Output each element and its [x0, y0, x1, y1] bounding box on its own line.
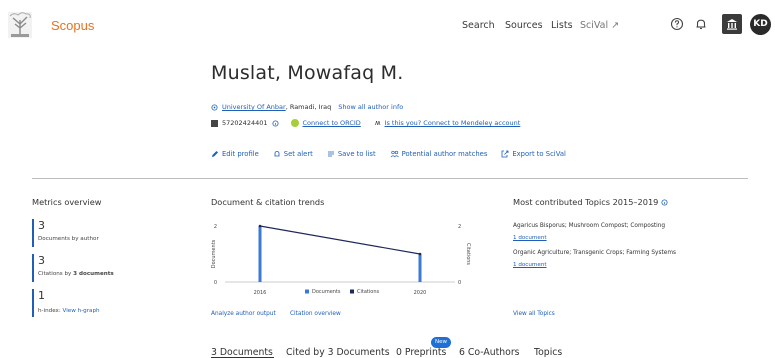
citations-label-documents: 3 documents — [73, 271, 114, 277]
save-to-list-button[interactable]: Save to list — [327, 150, 376, 158]
edit-profile-label: Edit profile — [222, 150, 259, 158]
affiliation-location: , Ramadi, Iraq — [285, 103, 332, 111]
info-icon[interactable] — [271, 119, 279, 127]
author-actions: Edit profile Set alert Save to list Pote… — [211, 150, 576, 158]
user-avatar[interactable]: KD — [750, 14, 771, 35]
nav-search[interactable]: Search — [462, 20, 495, 31]
y2-tick-label: 2 — [458, 224, 461, 230]
y2-axis-label: Citations — [465, 243, 471, 265]
topic-name[interactable]: Agaricus Bisporus; Mushroom Compost; Com… — [513, 223, 665, 229]
citations-line — [259, 225, 421, 255]
nav-scival[interactable]: SciVal ↗ — [580, 20, 619, 31]
tab-co-authors[interactable]: 6 Co-Authors — [459, 347, 520, 358]
elsevier-logo-icon[interactable] — [6, 10, 34, 40]
orcid-icon — [290, 119, 299, 127]
view-h-graph-link[interactable]: View h-graph — [63, 308, 100, 314]
citations-point — [418, 252, 422, 256]
document-citation-chart: 2020Documents Citations2016 2020Documents C… — [211, 224, 471, 296]
list-icon — [327, 151, 334, 157]
set-alert-button[interactable]: Set alert — [273, 150, 313, 158]
analyze-author-output-link[interactable]: Analyze author output — [211, 311, 276, 317]
legend-documents-label: Documents — [312, 289, 341, 295]
documents-bar — [418, 254, 422, 282]
top-bar: Scopus Search Sources Lists SciVal ↗ KD — [0, 0, 775, 52]
institution-icon — [727, 19, 737, 30]
topics-title: Most contributed Topics 2015–2019 — [513, 197, 668, 207]
mendeley-link[interactable]: Is this you? Connect to Mendeley account — [385, 119, 521, 127]
topic-name[interactable]: Organic Agriculture; Transgenic Crops; F… — [513, 250, 676, 256]
documents-label: Documents by author — [38, 236, 99, 242]
connect-orcid-link[interactable]: Connect to ORCID — [303, 119, 361, 127]
nav-lists[interactable]: Lists — [551, 20, 573, 31]
hindex-row: h-index: View h-graph — [38, 308, 100, 314]
documents-metric-bar — [32, 219, 34, 247]
y-tick-label: 0 — [214, 280, 217, 286]
legend-documents-swatch — [305, 289, 309, 294]
affiliation-link[interactable]: University Of Anbar — [222, 103, 286, 111]
mendeley-icon: ʍ — [374, 119, 381, 127]
citations-label: Citations by 3 documents — [38, 271, 114, 277]
x-tick-label: 2016 — [254, 290, 267, 296]
people-icon — [390, 150, 399, 158]
new-badge: New — [431, 337, 451, 348]
citation-overview-link[interactable]: Citation overview — [290, 311, 341, 317]
location-icon — [211, 103, 218, 111]
potential-author-matches-button[interactable]: Potential author matches — [390, 150, 488, 158]
tab-topics[interactable]: Topics — [534, 347, 562, 358]
save-to-list-label: Save to list — [337, 150, 376, 158]
export-to-scival-label: Export to SciVal — [512, 150, 566, 158]
documents-count: 3 — [38, 219, 45, 232]
y2-tick-label: 0 — [458, 280, 461, 286]
export-to-scival-button[interactable]: Export to SciVal — [501, 150, 566, 158]
identifiers-row: 57202424401 Connect to ORCID ʍ Is this y… — [211, 119, 520, 127]
edit-profile-button[interactable]: Edit profile — [211, 150, 259, 158]
institution-button[interactable] — [722, 14, 742, 34]
info-icon[interactable] — [661, 199, 668, 206]
hindex-metric-bar — [32, 289, 34, 317]
citations-count: 3 — [38, 254, 45, 267]
x-tick-label: 2020 — [414, 290, 427, 296]
show-all-author-info-link[interactable]: Show all author info — [338, 103, 403, 111]
legend-citations-label: Citations — [357, 289, 379, 295]
documents-bar — [258, 226, 262, 282]
citations-metric-bar — [32, 254, 34, 282]
affiliation-row: University Of Anbar, Ramadi, Iraq Show a… — [211, 103, 403, 111]
citations-point — [258, 224, 262, 228]
metrics-overview-title: Metrics overview — [32, 197, 102, 207]
tab-cited-by[interactable]: Cited by 3 Documents — [286, 347, 390, 358]
bell-icon[interactable] — [693, 16, 709, 32]
topics-title-text: Most contributed Topics 2015–2019 — [513, 197, 659, 207]
help-icon[interactable] — [669, 16, 685, 32]
citations-label-text: Citations by — [38, 271, 74, 277]
bell-icon — [274, 151, 280, 157]
nav-sources[interactable]: Sources — [505, 20, 543, 31]
hindex-label: h-index: — [38, 308, 61, 314]
pencil-icon — [212, 151, 218, 157]
legend-citations-swatch — [350, 289, 354, 294]
author-name: Muslat, Mowafaq M. — [211, 62, 404, 84]
export-icon — [501, 150, 509, 158]
scopus-brand[interactable]: Scopus — [51, 18, 94, 33]
topic-document-count[interactable]: 1 document — [513, 235, 547, 241]
section-divider — [32, 178, 748, 179]
tab-preprints[interactable]: 0 Preprints — [396, 347, 446, 358]
trends-title: Document & citation trends — [211, 197, 325, 207]
hindex-value: 1 — [38, 289, 45, 302]
author-id-icon — [211, 119, 218, 127]
view-all-topics-link[interactable]: View all Topics — [513, 311, 555, 317]
topic-document-count[interactable]: 1 document — [513, 262, 547, 268]
potential-author-matches-label: Potential author matches — [401, 150, 488, 158]
y-tick-label: 2 — [214, 224, 217, 230]
set-alert-label: Set alert — [283, 150, 313, 158]
author-id: 57202424401 — [222, 119, 268, 127]
y-axis-label: Documents — [211, 239, 217, 268]
